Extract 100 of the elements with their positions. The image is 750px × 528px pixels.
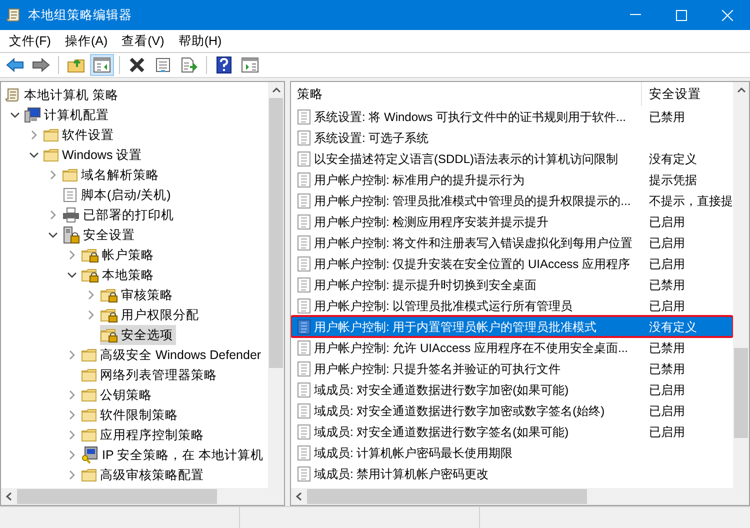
locked-folder-icon	[100, 307, 118, 323]
chevron-right-icon[interactable]	[66, 250, 76, 260]
tree-item[interactable]: 软件设置	[43, 125, 117, 145]
script-document-icon	[62, 187, 78, 203]
tree-item[interactable]: 安全设置	[62, 225, 138, 245]
tree-item[interactable]: 用户权限分配	[100, 305, 202, 325]
table-row[interactable]: 用户帐户控制: 管理员批准模式中管理员的提升权限提示的... 不提示，直接提	[291, 190, 733, 211]
chevron-right-icon[interactable]	[66, 350, 76, 360]
maximize-icon	[676, 10, 686, 20]
table-row[interactable]: 用户帐户控制: 允许 UIAccess 应用程序在不使用安全桌面... 已禁用	[291, 337, 733, 358]
toolbar-button[interactable]	[90, 54, 114, 76]
setting-value: 已启用	[648, 424, 685, 440]
vertical-scrollbar[interactable]	[733, 82, 749, 488]
table-row[interactable]: 域成员: 对安全通道数据进行数字加密(如果可能) 已启用	[291, 379, 733, 400]
tree-item[interactable]: IP 安全策略，在 本地计算机	[81, 445, 267, 465]
tree-item[interactable]: 应用程序控制策略	[81, 425, 207, 445]
scrollbar-thumb[interactable]	[734, 348, 748, 438]
table-row[interactable]: 以安全描述符定义语言(SDDL)语法表示的计算机访问限制 没有定义	[291, 148, 733, 169]
tree-item[interactable]: 高级审核策略配置	[81, 465, 207, 485]
table-row[interactable]: 域成员: 对安全通道数据进行数字加密或数字签名(始终) 已启用	[291, 400, 733, 421]
menu-item[interactable]: 帮助(H)	[171, 32, 229, 50]
policy-name: 系统设置: 将 Windows 可执行文件中的证书规则用于软件...	[314, 108, 626, 126]
window-title: 本地组策略编辑器	[28, 6, 132, 24]
setting-value: 已启用	[648, 256, 685, 272]
setting-value: 没有定义	[648, 318, 697, 336]
column-header[interactable]: 安全设置	[642, 82, 733, 106]
tree-item[interactable]: 高级安全 Windows Defender	[81, 345, 264, 365]
chevron-right-icon[interactable]	[48, 210, 58, 220]
policy-name: 用户帐户控制: 用于内置管理员帐户的管理员批准模式	[314, 318, 597, 336]
policy-name: 用户帐户控制: 允许 UIAccess 应用程序在不使用安全桌面...	[314, 340, 628, 356]
policy-icon	[297, 130, 311, 146]
policy-name: 用户帐户控制: 标准用户的提升提示行为	[314, 172, 525, 188]
policy-icon	[297, 172, 311, 188]
table-row[interactable]: 域成员: 禁用计算机帐户密码更改	[291, 463, 733, 484]
tree-item[interactable]: 本地计算机 策略	[5, 85, 122, 105]
table-row[interactable]: 域成员: 对安全通道数据进行数字签名(如果可能) 已启用	[291, 421, 733, 442]
table-row[interactable]: 用户帐户控制: 用于内置管理员帐户的管理员批准模式 没有定义	[291, 316, 733, 337]
tree-item[interactable]: 网络列表管理器策略	[81, 365, 220, 385]
menu-item[interactable]: 文件(F)	[2, 32, 58, 50]
locked-folder-icon	[100, 327, 118, 343]
menu-item[interactable]: 查看(V)	[114, 32, 172, 50]
scroll-up-icon[interactable]	[736, 87, 746, 93]
table-row[interactable]: 用户帐户控制: 将文件和注册表写入错误虚拟化到每用户位置 已启用	[291, 232, 733, 253]
setting-value: 没有定义	[648, 150, 697, 168]
table-row[interactable]: 用户帐户控制: 仅提升安装在安全位置的 UIAccess 应用程序 已启用	[291, 253, 733, 274]
export-list-icon	[180, 57, 198, 73]
table-row[interactable]: 用户帐户控制: 只提升签名并验证的可执行文件 已禁用	[291, 358, 733, 379]
horizontal-scrollbar[interactable]	[1, 488, 284, 505]
table-row[interactable]: 系统设置: 可选子系统	[291, 127, 733, 148]
policy-name: 用户帐户控制: 以管理员批准模式运行所有管理员	[314, 298, 573, 314]
column-header[interactable]: 策略	[291, 82, 642, 106]
tree-item[interactable]: 帐户策略	[81, 245, 157, 265]
vertical-scrollbar[interactable]	[268, 82, 284, 488]
horizontal-scrollbar[interactable]	[291, 488, 749, 505]
policy-icon	[297, 256, 311, 272]
chevron-right-icon[interactable]	[48, 170, 58, 180]
policy-name: 域成员: 对安全通道数据进行数字加密或数字签名(始终)	[314, 402, 605, 420]
table-row[interactable]: 用户帐户控制: 提示提升时切换到安全桌面 已禁用	[291, 274, 733, 295]
policy-icon	[297, 424, 311, 440]
table-row[interactable]: 域成员: 计算机帐户密码最长使用期限	[291, 442, 733, 463]
scroll-up-icon[interactable]	[272, 87, 280, 93]
tree-item[interactable]: 域名解析策略	[62, 165, 162, 185]
scrollbar-thumb[interactable]	[269, 98, 283, 368]
chevron-right-icon[interactable]	[28, 130, 38, 140]
chevron-down-icon[interactable]	[10, 110, 20, 120]
table-row[interactable]: 系统设置: 将 Windows 可执行文件中的证书规则用于软件... 已禁用	[291, 106, 733, 127]
folder-icon	[62, 167, 78, 183]
policy-icon	[297, 276, 311, 292]
tree-item[interactable]: 公钥策略	[81, 385, 155, 405]
tree-item[interactable]: 计算机配置	[24, 105, 112, 125]
policy-name: 域成员: 禁用计算机帐户密码更改	[314, 466, 489, 482]
setting-value: 已启用	[648, 234, 685, 252]
policy-name: 域成员: 计算机帐户密码最长使用期限	[314, 444, 513, 462]
tree-item[interactable]: 软件限制策略	[81, 405, 181, 425]
tree-item[interactable]: 已部署的打印机	[62, 205, 177, 225]
table-row[interactable]: 用户帐户控制: 检测应用程序安装并提示提升 已启用	[291, 211, 733, 232]
tree-item[interactable]: 本地策略	[81, 265, 157, 285]
policy-icon	[297, 360, 311, 376]
computer-icon	[24, 107, 41, 123]
setting-value: 已禁用	[648, 340, 685, 356]
server-lock-icon	[62, 226, 80, 244]
table-row[interactable]: 用户帐户控制: 以管理员批准模式运行所有管理员 已启用	[291, 295, 733, 316]
table-row[interactable]: 用户帐户控制: 标准用户的提升提示行为 提示凭据	[291, 169, 733, 190]
setting-value: 提示凭据	[648, 172, 697, 188]
folder-icon	[81, 367, 97, 383]
tree-item[interactable]: 审核策略	[100, 285, 176, 305]
tree-item[interactable]: Windows 设置	[43, 145, 146, 165]
policy-name: 以安全描述符定义语言(SDDL)语法表示的计算机访问限制	[314, 150, 618, 168]
tree-item[interactable]: 脚本(启动/关机)	[62, 185, 174, 205]
policy-name: 系统设置: 可选子系统	[314, 130, 429, 146]
tree-item[interactable]: 安全选项	[100, 325, 176, 345]
chevron-down-icon[interactable]	[28, 150, 38, 160]
chevron-down-icon[interactable]	[66, 270, 76, 280]
policy-name: 用户帐户控制: 检测应用程序安装并提示提升	[314, 214, 549, 230]
policy-name: 用户帐户控制: 仅提升安装在安全位置的 UIAccess 应用程序	[314, 256, 630, 272]
locked-folder-icon	[81, 267, 99, 283]
menu-item[interactable]: 操作(A)	[58, 32, 115, 50]
close-icon	[722, 10, 732, 20]
chevron-down-icon[interactable]	[48, 230, 58, 240]
folder-up-icon	[67, 57, 85, 73]
